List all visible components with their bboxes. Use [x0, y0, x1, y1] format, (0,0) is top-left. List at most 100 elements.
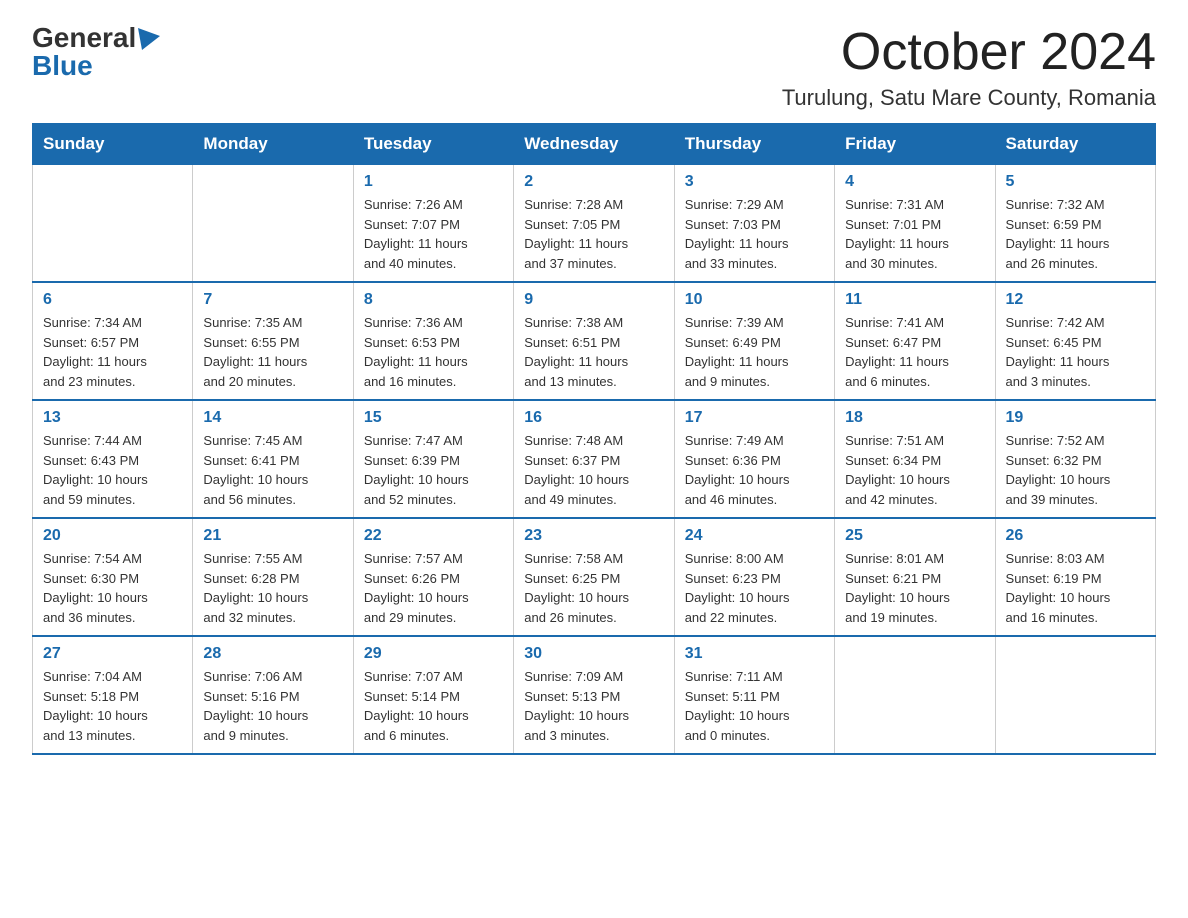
day-of-week-header: Wednesday [514, 124, 674, 165]
day-number: 4 [845, 173, 984, 191]
day-info: Sunrise: 7:29 AMSunset: 7:03 PMDaylight:… [685, 195, 824, 273]
calendar-cell: 21 Sunrise: 7:55 AMSunset: 6:28 PMDayligh… [193, 518, 353, 636]
day-number: 30 [524, 645, 663, 663]
calendar-cell: 8 Sunrise: 7:36 AMSunset: 6:53 PMDaylight… [353, 282, 513, 400]
day-number: 8 [364, 291, 503, 309]
day-info: Sunrise: 8:03 AMSunset: 6:19 PMDaylight:… [1006, 549, 1145, 627]
day-number: 21 [203, 527, 342, 545]
day-info: Sunrise: 7:06 AMSunset: 5:16 PMDaylight:… [203, 667, 342, 745]
day-info: Sunrise: 7:55 AMSunset: 6:28 PMDaylight:… [203, 549, 342, 627]
calendar-cell [33, 165, 193, 283]
calendar-cell: 26 Sunrise: 8:03 AMSunset: 6:19 PMDayligh… [995, 518, 1155, 636]
calendar-cell: 22 Sunrise: 7:57 AMSunset: 6:26 PMDayligh… [353, 518, 513, 636]
day-number: 14 [203, 409, 342, 427]
calendar-cell: 11 Sunrise: 7:41 AMSunset: 6:47 PMDayligh… [835, 282, 995, 400]
calendar-table: SundayMondayTuesdayWednesdayThursdayFrid… [32, 123, 1156, 755]
calendar-cell: 24Sunrise: 8:00 AMSunset: 6:23 PMDayligh… [674, 518, 834, 636]
day-number: 9 [524, 291, 663, 309]
calendar-cell: 23 Sunrise: 7:58 AMSunset: 6:25 PMDayligh… [514, 518, 674, 636]
calendar-cell: 16 Sunrise: 7:48 AMSunset: 6:37 PMDayligh… [514, 400, 674, 518]
day-info: Sunrise: 7:57 AMSunset: 6:26 PMDaylight:… [364, 549, 503, 627]
day-number: 31 [685, 645, 824, 663]
day-of-week-header: Tuesday [353, 124, 513, 165]
calendar-cell: 13 Sunrise: 7:44 AMSunset: 6:43 PMDayligh… [33, 400, 193, 518]
day-number: 6 [43, 291, 182, 309]
calendar-week-row: 1 Sunrise: 7:26 AMSunset: 7:07 PMDaylight… [33, 165, 1156, 283]
day-number: 19 [1006, 409, 1145, 427]
day-number: 7 [203, 291, 342, 309]
calendar-cell: 25 Sunrise: 8:01 AMSunset: 6:21 PMDayligh… [835, 518, 995, 636]
calendar-cell: 28 Sunrise: 7:06 AMSunset: 5:16 PMDayligh… [193, 636, 353, 754]
day-of-week-header: Friday [835, 124, 995, 165]
calendar-cell: 19 Sunrise: 7:52 AMSunset: 6:32 PMDayligh… [995, 400, 1155, 518]
calendar-cell: 7 Sunrise: 7:35 AMSunset: 6:55 PMDaylight… [193, 282, 353, 400]
day-info: Sunrise: 7:38 AMSunset: 6:51 PMDaylight:… [524, 313, 663, 391]
day-info: Sunrise: 7:31 AMSunset: 7:01 PMDaylight:… [845, 195, 984, 273]
day-info: Sunrise: 7:26 AMSunset: 7:07 PMDaylight:… [364, 195, 503, 273]
day-number: 17 [685, 409, 824, 427]
day-info: Sunrise: 7:39 AMSunset: 6:49 PMDaylight:… [685, 313, 824, 391]
calendar-cell: 10Sunrise: 7:39 AMSunset: 6:49 PMDayligh… [674, 282, 834, 400]
day-number: 3 [685, 173, 824, 191]
day-info: Sunrise: 7:44 AMSunset: 6:43 PMDaylight:… [43, 431, 182, 509]
day-info: Sunrise: 7:36 AMSunset: 6:53 PMDaylight:… [364, 313, 503, 391]
calendar-week-row: 20 Sunrise: 7:54 AMSunset: 6:30 PMDayligh… [33, 518, 1156, 636]
calendar-cell: 15Sunrise: 7:47 AMSunset: 6:39 PMDayligh… [353, 400, 513, 518]
day-number: 29 [364, 645, 503, 663]
calendar-cell: 14 Sunrise: 7:45 AMSunset: 6:41 PMDayligh… [193, 400, 353, 518]
logo-triangle-icon [138, 28, 160, 50]
calendar-cell: 12 Sunrise: 7:42 AMSunset: 6:45 PMDayligh… [995, 282, 1155, 400]
day-info: Sunrise: 7:34 AMSunset: 6:57 PMDaylight:… [43, 313, 182, 391]
calendar-cell: 6 Sunrise: 7:34 AMSunset: 6:57 PMDaylight… [33, 282, 193, 400]
day-info: Sunrise: 8:00 AMSunset: 6:23 PMDaylight:… [685, 549, 824, 627]
day-number: 25 [845, 527, 984, 545]
day-info: Sunrise: 7:52 AMSunset: 6:32 PMDaylight:… [1006, 431, 1145, 509]
day-info: Sunrise: 7:09 AMSunset: 5:13 PMDaylight:… [524, 667, 663, 745]
calendar-week-row: 6 Sunrise: 7:34 AMSunset: 6:57 PMDaylight… [33, 282, 1156, 400]
day-info: Sunrise: 7:04 AMSunset: 5:18 PMDaylight:… [43, 667, 182, 745]
calendar-cell: 18Sunrise: 7:51 AMSunset: 6:34 PMDayligh… [835, 400, 995, 518]
calendar-cell: 9 Sunrise: 7:38 AMSunset: 6:51 PMDaylight… [514, 282, 674, 400]
day-info: Sunrise: 7:47 AMSunset: 6:39 PMDaylight:… [364, 431, 503, 509]
day-info: Sunrise: 7:42 AMSunset: 6:45 PMDaylight:… [1006, 313, 1145, 391]
calendar-cell: 1 Sunrise: 7:26 AMSunset: 7:07 PMDaylight… [353, 165, 513, 283]
logo: General Blue [32, 24, 160, 80]
logo-blue-text: Blue [32, 52, 93, 80]
calendar-cell: 4 Sunrise: 7:31 AMSunset: 7:01 PMDaylight… [835, 165, 995, 283]
day-info: Sunrise: 7:45 AMSunset: 6:41 PMDaylight:… [203, 431, 342, 509]
calendar-cell [995, 636, 1155, 754]
day-info: Sunrise: 7:41 AMSunset: 6:47 PMDaylight:… [845, 313, 984, 391]
day-number: 12 [1006, 291, 1145, 309]
day-number: 2 [524, 173, 663, 191]
day-info: Sunrise: 7:51 AMSunset: 6:34 PMDaylight:… [845, 431, 984, 509]
day-info: Sunrise: 7:54 AMSunset: 6:30 PMDaylight:… [43, 549, 182, 627]
day-info: Sunrise: 7:58 AMSunset: 6:25 PMDaylight:… [524, 549, 663, 627]
day-number: 28 [203, 645, 342, 663]
day-of-week-header: Saturday [995, 124, 1155, 165]
day-info: Sunrise: 7:48 AMSunset: 6:37 PMDaylight:… [524, 431, 663, 509]
day-number: 5 [1006, 173, 1145, 191]
location-title: Turulung, Satu Mare County, Romania [782, 85, 1156, 111]
day-number: 26 [1006, 527, 1145, 545]
month-title: October 2024 [782, 24, 1156, 81]
day-info: Sunrise: 7:35 AMSunset: 6:55 PMDaylight:… [203, 313, 342, 391]
day-info: Sunrise: 7:07 AMSunset: 5:14 PMDaylight:… [364, 667, 503, 745]
day-number: 1 [364, 173, 503, 191]
calendar-cell: 31 Sunrise: 7:11 AMSunset: 5:11 PMDayligh… [674, 636, 834, 754]
day-number: 22 [364, 527, 503, 545]
day-of-week-header: Thursday [674, 124, 834, 165]
calendar-cell [193, 165, 353, 283]
day-number: 11 [845, 291, 984, 309]
calendar-header-row: SundayMondayTuesdayWednesdayThursdayFrid… [33, 124, 1156, 165]
calendar-cell: 2 Sunrise: 7:28 AMSunset: 7:05 PMDaylight… [514, 165, 674, 283]
calendar-cell: 30 Sunrise: 7:09 AMSunset: 5:13 PMDayligh… [514, 636, 674, 754]
day-number: 20 [43, 527, 182, 545]
day-number: 16 [524, 409, 663, 427]
calendar-cell: 17Sunrise: 7:49 AMSunset: 6:36 PMDayligh… [674, 400, 834, 518]
day-number: 23 [524, 527, 663, 545]
day-info: Sunrise: 8:01 AMSunset: 6:21 PMDaylight:… [845, 549, 984, 627]
day-info: Sunrise: 7:11 AMSunset: 5:11 PMDaylight:… [685, 667, 824, 745]
calendar-cell: 29 Sunrise: 7:07 AMSunset: 5:14 PMDayligh… [353, 636, 513, 754]
day-info: Sunrise: 7:28 AMSunset: 7:05 PMDaylight:… [524, 195, 663, 273]
day-number: 13 [43, 409, 182, 427]
